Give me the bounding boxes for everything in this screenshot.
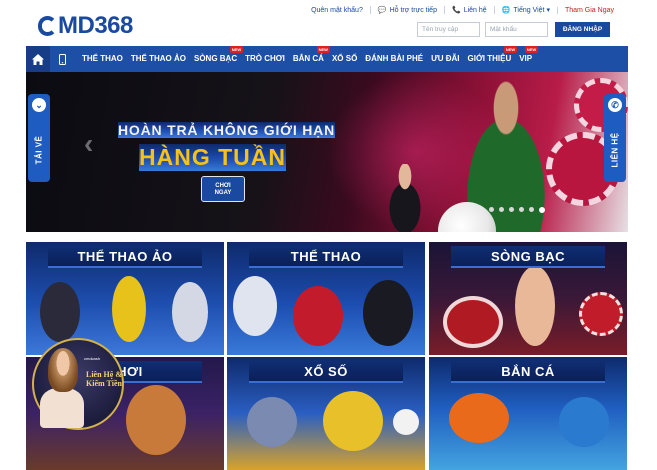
tile-fishing[interactable]: BẮN CÁ bbox=[429, 357, 627, 470]
forgot-password-link[interactable]: Quên mật khẩu? bbox=[304, 7, 370, 14]
chat-icon: 💬 bbox=[377, 7, 387, 14]
contact-side-tab[interactable]: ✆ LIÊN HỆ bbox=[604, 94, 626, 182]
mobile-icon[interactable] bbox=[50, 46, 74, 72]
live-support-link[interactable]: 💬 Hỗ trợ trực tiếp bbox=[369, 6, 444, 14]
nav-item-virtual-sports[interactable]: THỂ THAO ẢO bbox=[127, 46, 190, 72]
banner-headline: HOÀN TRẢ KHÔNG GIỚI HẠN bbox=[118, 122, 336, 138]
tile-sports[interactable]: THỂ THAO bbox=[227, 242, 425, 355]
globe-icon: 🌐 bbox=[501, 7, 511, 14]
tile-title: THỂ THAO bbox=[249, 246, 403, 268]
nav-item-about[interactable]: GIỚI THIỆU NEW bbox=[464, 46, 518, 72]
nav-item-fishing[interactable]: BẮN CÁ NEW bbox=[289, 46, 330, 72]
login-button[interactable]: ĐĂNG NHẬP bbox=[555, 22, 610, 37]
phone-icon: 📞 bbox=[451, 7, 461, 14]
tile-casino[interactable]: SÒNG BẠC bbox=[429, 242, 627, 355]
tile-title: SÒNG BẠC bbox=[451, 246, 605, 268]
logo-text: MD368 bbox=[58, 12, 133, 39]
contact-link[interactable]: 📞 Liên hệ bbox=[443, 6, 494, 14]
username-input[interactable]: Tên truy cập bbox=[417, 22, 480, 37]
tile-title: XỔ SỐ bbox=[249, 361, 403, 383]
login-form: Tên truy cập Mật khẩu ĐĂNG NHẬP bbox=[417, 22, 610, 37]
top-links: Quên mật khẩu? 💬 Hỗ trợ trực tiếp 📞 Liên h… bbox=[304, 3, 621, 17]
tile-virtual-sports[interactable]: THỂ THAO ẢO bbox=[26, 242, 224, 355]
home-icon[interactable] bbox=[26, 46, 50, 72]
nav-item-casino[interactable]: SÒNG BẠC NEW bbox=[190, 46, 244, 72]
nav-item-promotions[interactable]: ƯU ĐÃI bbox=[427, 46, 463, 72]
phone-icon: ✆ bbox=[608, 98, 622, 112]
banner-dot[interactable] bbox=[499, 207, 504, 212]
nav-item-games[interactable]: TRÒ CHƠI bbox=[241, 46, 289, 72]
nav-item-vip[interactable]: VIP NEW bbox=[515, 46, 539, 72]
join-now-link[interactable]: Tham Gia Ngay bbox=[556, 6, 621, 14]
language-selector[interactable]: 🌐 Tiếng Việt ▾ bbox=[493, 6, 557, 14]
tile-lottery[interactable]: XỔ SỐ bbox=[227, 357, 425, 470]
logo-c-mark bbox=[38, 16, 57, 36]
cmd368-logo[interactable]: MD368 bbox=[38, 12, 133, 40]
banner-dot-active[interactable] bbox=[539, 206, 545, 213]
nav-item-poker[interactable]: ĐÁNH BÀI PHÉ bbox=[361, 46, 427, 72]
main-nav: THỂ THAO THỂ THAO ẢO SÒNG BẠC NEW TRÒ CHƠ… bbox=[26, 46, 628, 72]
nav-item-lottery[interactable]: XỔ SỐ bbox=[328, 46, 361, 72]
banner-dot[interactable] bbox=[529, 207, 534, 212]
tile-title: THỂ THAO ẢO bbox=[48, 246, 202, 268]
model-image bbox=[378, 164, 432, 232]
tile-title: BẮN CÁ bbox=[451, 361, 605, 383]
nav-item-sports[interactable]: THỂ THAO bbox=[78, 46, 127, 72]
promo-model-image bbox=[48, 348, 78, 392]
banner-dot[interactable] bbox=[509, 207, 514, 212]
new-badge: NEW bbox=[524, 46, 539, 53]
download-side-tab[interactable]: ⌄ TẢI VỀ bbox=[28, 94, 50, 182]
banner-dot[interactable] bbox=[519, 207, 524, 212]
play-now-button[interactable]: CHƠI NGAY bbox=[201, 176, 245, 202]
banner-dot[interactable] bbox=[489, 207, 494, 212]
password-input[interactable]: Mật khẩu bbox=[485, 22, 548, 37]
banner-subheadline: HÀNG TUẦN bbox=[139, 144, 286, 171]
banner-prev-arrow[interactable]: ‹ bbox=[84, 128, 93, 160]
banner-pagination bbox=[489, 206, 545, 213]
chevron-down-icon: ⌄ bbox=[32, 98, 46, 112]
top-header: MD368 Quên mật khẩu? 💬 Hỗ trợ trực tiếp 📞… bbox=[0, 0, 657, 44]
promo-float-badge[interactable]: cmdcash Liên Hệ & Kiếm Tiền bbox=[32, 338, 124, 430]
